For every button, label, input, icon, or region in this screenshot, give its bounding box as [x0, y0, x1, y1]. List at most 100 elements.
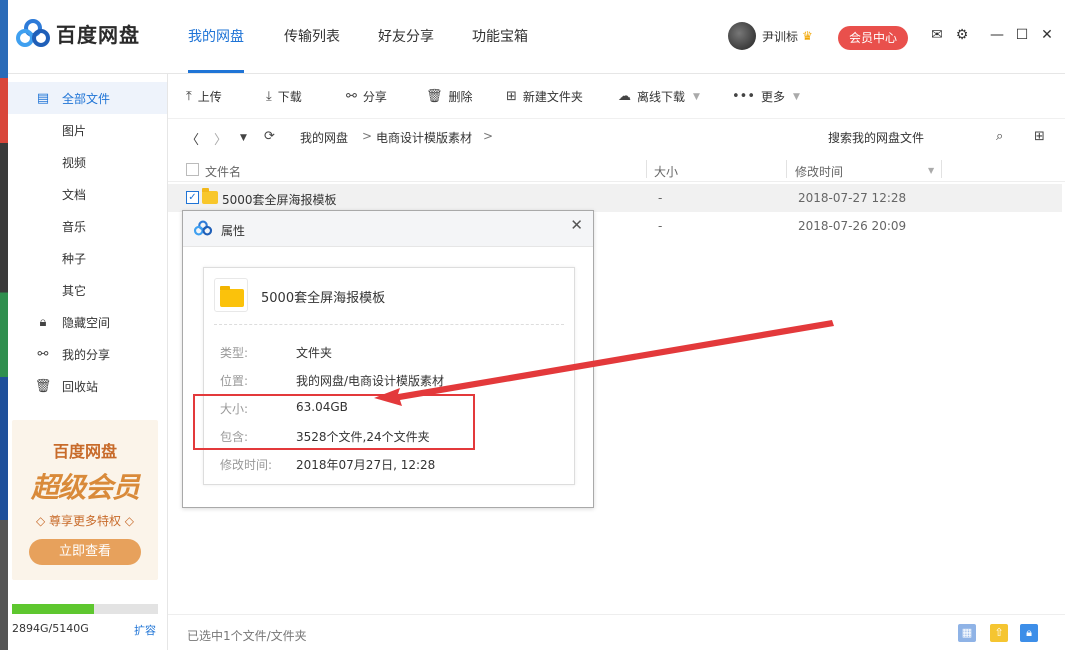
- sidebar-item-images[interactable]: 图片: [8, 114, 167, 146]
- column-divider[interactable]: [786, 160, 787, 178]
- prop-value-type: 文件夹: [296, 346, 333, 360]
- sidebar-item-hidden-space[interactable]: 🔒︎ 隐藏空间: [8, 306, 167, 338]
- sidebar-item-label: 图片: [62, 123, 87, 138]
- promo-title: 超级会员: [30, 471, 140, 504]
- file-size: -: [658, 191, 663, 205]
- dialog-title: 属性: [221, 224, 246, 238]
- prop-label-location: 位置:: [220, 374, 249, 388]
- breadcrumb-root[interactable]: 我的网盘: [300, 129, 348, 146]
- app-logo: 百度网盘: [16, 16, 140, 50]
- selection-status: 已选中1个文件/文件夹: [187, 629, 307, 643]
- new-folder-icon: ⊞: [506, 89, 517, 104]
- sidebar-item-documents[interactable]: 文档: [8, 178, 167, 210]
- column-divider[interactable]: [941, 160, 942, 178]
- user-info[interactable]: 尹训标 ♛: [728, 22, 813, 50]
- search-icon[interactable]: ⌕: [996, 129, 1003, 144]
- delete-label: 删除: [448, 90, 473, 104]
- promo-brand: 百度网盘: [52, 442, 117, 461]
- upload-button[interactable]: ⤒ 上传: [186, 88, 222, 105]
- sidebar-item-label: 种子: [62, 251, 87, 266]
- sidebar-item-label: 我的分享: [62, 347, 111, 362]
- storage-quota-fill: [12, 604, 95, 614]
- breadcrumb-current[interactable]: 电商设计模版素材: [376, 129, 472, 146]
- folder-icon: [202, 188, 218, 204]
- avatar[interactable]: [728, 22, 756, 50]
- column-divider[interactable]: [646, 160, 647, 178]
- vip-center-button[interactable]: 会员中心: [838, 26, 908, 50]
- safe-box-icon[interactable]: 🔒︎: [1020, 624, 1038, 642]
- refresh-icon[interactable]: ⟳: [264, 129, 275, 144]
- desktop-edge: [0, 0, 8, 650]
- share-icon: ⚯: [37, 346, 49, 362]
- sidebar-item-videos[interactable]: 视频: [8, 146, 167, 178]
- history-dropdown-icon[interactable]: ▼: [240, 133, 247, 143]
- search-input[interactable]: 搜索我的网盘文件: [828, 129, 924, 146]
- sidebar-item-recycle-bin[interactable]: 🗑︎ 回收站: [8, 370, 167, 402]
- tab-my-disk[interactable]: 我的网盘: [188, 26, 244, 46]
- apps-icon[interactable]: ▦: [958, 624, 976, 642]
- sidebar-item-label: 音乐: [62, 219, 87, 234]
- sort-caret-icon[interactable]: ▼: [928, 166, 934, 175]
- sidebar-item-label: 视频: [62, 155, 87, 170]
- new-folder-label: 新建文件夹: [522, 90, 583, 104]
- share-button[interactable]: ⚯ 分享: [346, 88, 387, 105]
- sidebar-item-torrents[interactable]: 种子: [8, 242, 167, 274]
- tab-friend-share[interactable]: 好友分享: [378, 26, 434, 46]
- table-row[interactable]: ✓ 5000套全屏海报模板 - 2018-07-27 12:28: [168, 184, 1062, 212]
- lock-icon: 🔒︎: [39, 314, 47, 330]
- sidebar-item-music[interactable]: 音乐: [8, 210, 167, 242]
- delete-button[interactable]: 🗑︎ 删除: [426, 88, 473, 105]
- file-modified: 2018-07-27 12:28: [798, 191, 907, 205]
- chevron-down-icon[interactable]: ▼: [693, 92, 700, 102]
- toolbar: ⤒ 上传 ⤓ 下载 ⚯ 分享 🗑︎ 删除 ⊞ 新建文件夹 ☁ 离线下载 ▼ ••• 更多 ▼: [168, 74, 1065, 118]
- folder-icon: [214, 278, 248, 312]
- close-icon[interactable]: ✕: [1038, 26, 1056, 44]
- maximize-icon[interactable]: ☐: [1013, 26, 1031, 44]
- tab-toolbox[interactable]: 功能宝箱: [472, 26, 528, 46]
- gear-icon[interactable]: ⚙: [953, 26, 971, 44]
- status-bar: 已选中1个文件/文件夹 ▦ ⇧ 🔒︎: [168, 614, 1065, 650]
- close-icon[interactable]: ✕: [570, 216, 583, 234]
- download-label: 下载: [277, 90, 302, 104]
- promo-view-button[interactable]: 立即查看: [29, 539, 141, 565]
- folder-name: 5000套全屏海报模板: [261, 291, 386, 306]
- user-name: 尹训标: [762, 29, 799, 44]
- forward-icon[interactable]: 〉: [214, 129, 227, 148]
- share-label: 分享: [362, 90, 387, 104]
- vip-promo-banner[interactable]: 百度网盘 超级会员 ◇ 尊享更多特权 ◇ 立即查看: [12, 420, 158, 580]
- column-header-modified[interactable]: 修改时间: [795, 163, 843, 180]
- row-checkbox[interactable]: ✓: [186, 191, 199, 204]
- column-header-name[interactable]: 文件名: [205, 163, 241, 180]
- file-name[interactable]: 5000套全屏海报模板: [222, 191, 337, 208]
- sidebar-item-label: 文档: [62, 187, 87, 202]
- chevron-down-icon[interactable]: ▼: [793, 92, 800, 102]
- baidu-cloud-logo-icon: [193, 220, 213, 239]
- grid-view-icon[interactable]: ⊞: [1034, 129, 1045, 144]
- back-icon[interactable]: 〈: [186, 129, 199, 148]
- mail-icon[interactable]: ✉: [928, 26, 946, 44]
- upload-folder-icon[interactable]: ⇧: [990, 624, 1008, 642]
- new-folder-button[interactable]: ⊞ 新建文件夹: [506, 88, 583, 105]
- active-tab-indicator: [188, 70, 244, 73]
- tab-transfer-list[interactable]: 传输列表: [284, 26, 340, 46]
- dialog-header[interactable]: 属性 ✕: [183, 211, 593, 247]
- breadcrumb-separator: >: [483, 129, 494, 143]
- prop-label-type: 类型:: [220, 346, 249, 360]
- offline-download-button[interactable]: ☁ 离线下载 ▼: [618, 88, 700, 105]
- more-button[interactable]: ••• 更多 ▼: [732, 88, 800, 105]
- select-all-checkbox[interactable]: [186, 163, 199, 176]
- cloud-download-icon: ☁: [618, 89, 631, 104]
- more-icon: •••: [732, 89, 756, 104]
- sidebar-item-others[interactable]: 其它: [8, 274, 167, 306]
- column-header-size[interactable]: 大小: [654, 163, 678, 180]
- vip-crown-icon: ♛: [802, 29, 813, 43]
- expand-storage-link[interactable]: 扩容: [134, 622, 156, 638]
- sidebar-item-label: 隐藏空间: [62, 315, 111, 330]
- minimize-icon[interactable]: —: [988, 26, 1006, 44]
- app-title: 百度网盘: [56, 22, 140, 47]
- sidebar-item-my-shares[interactable]: ⚯ 我的分享: [8, 338, 167, 370]
- storage-quota-text: 2894G/5140G: [12, 622, 89, 635]
- sidebar-item-all-files[interactable]: ▤ 全部文件: [8, 82, 167, 114]
- prop-label-modified: 修改时间:: [220, 458, 273, 472]
- download-button[interactable]: ⤓ 下载: [266, 88, 302, 105]
